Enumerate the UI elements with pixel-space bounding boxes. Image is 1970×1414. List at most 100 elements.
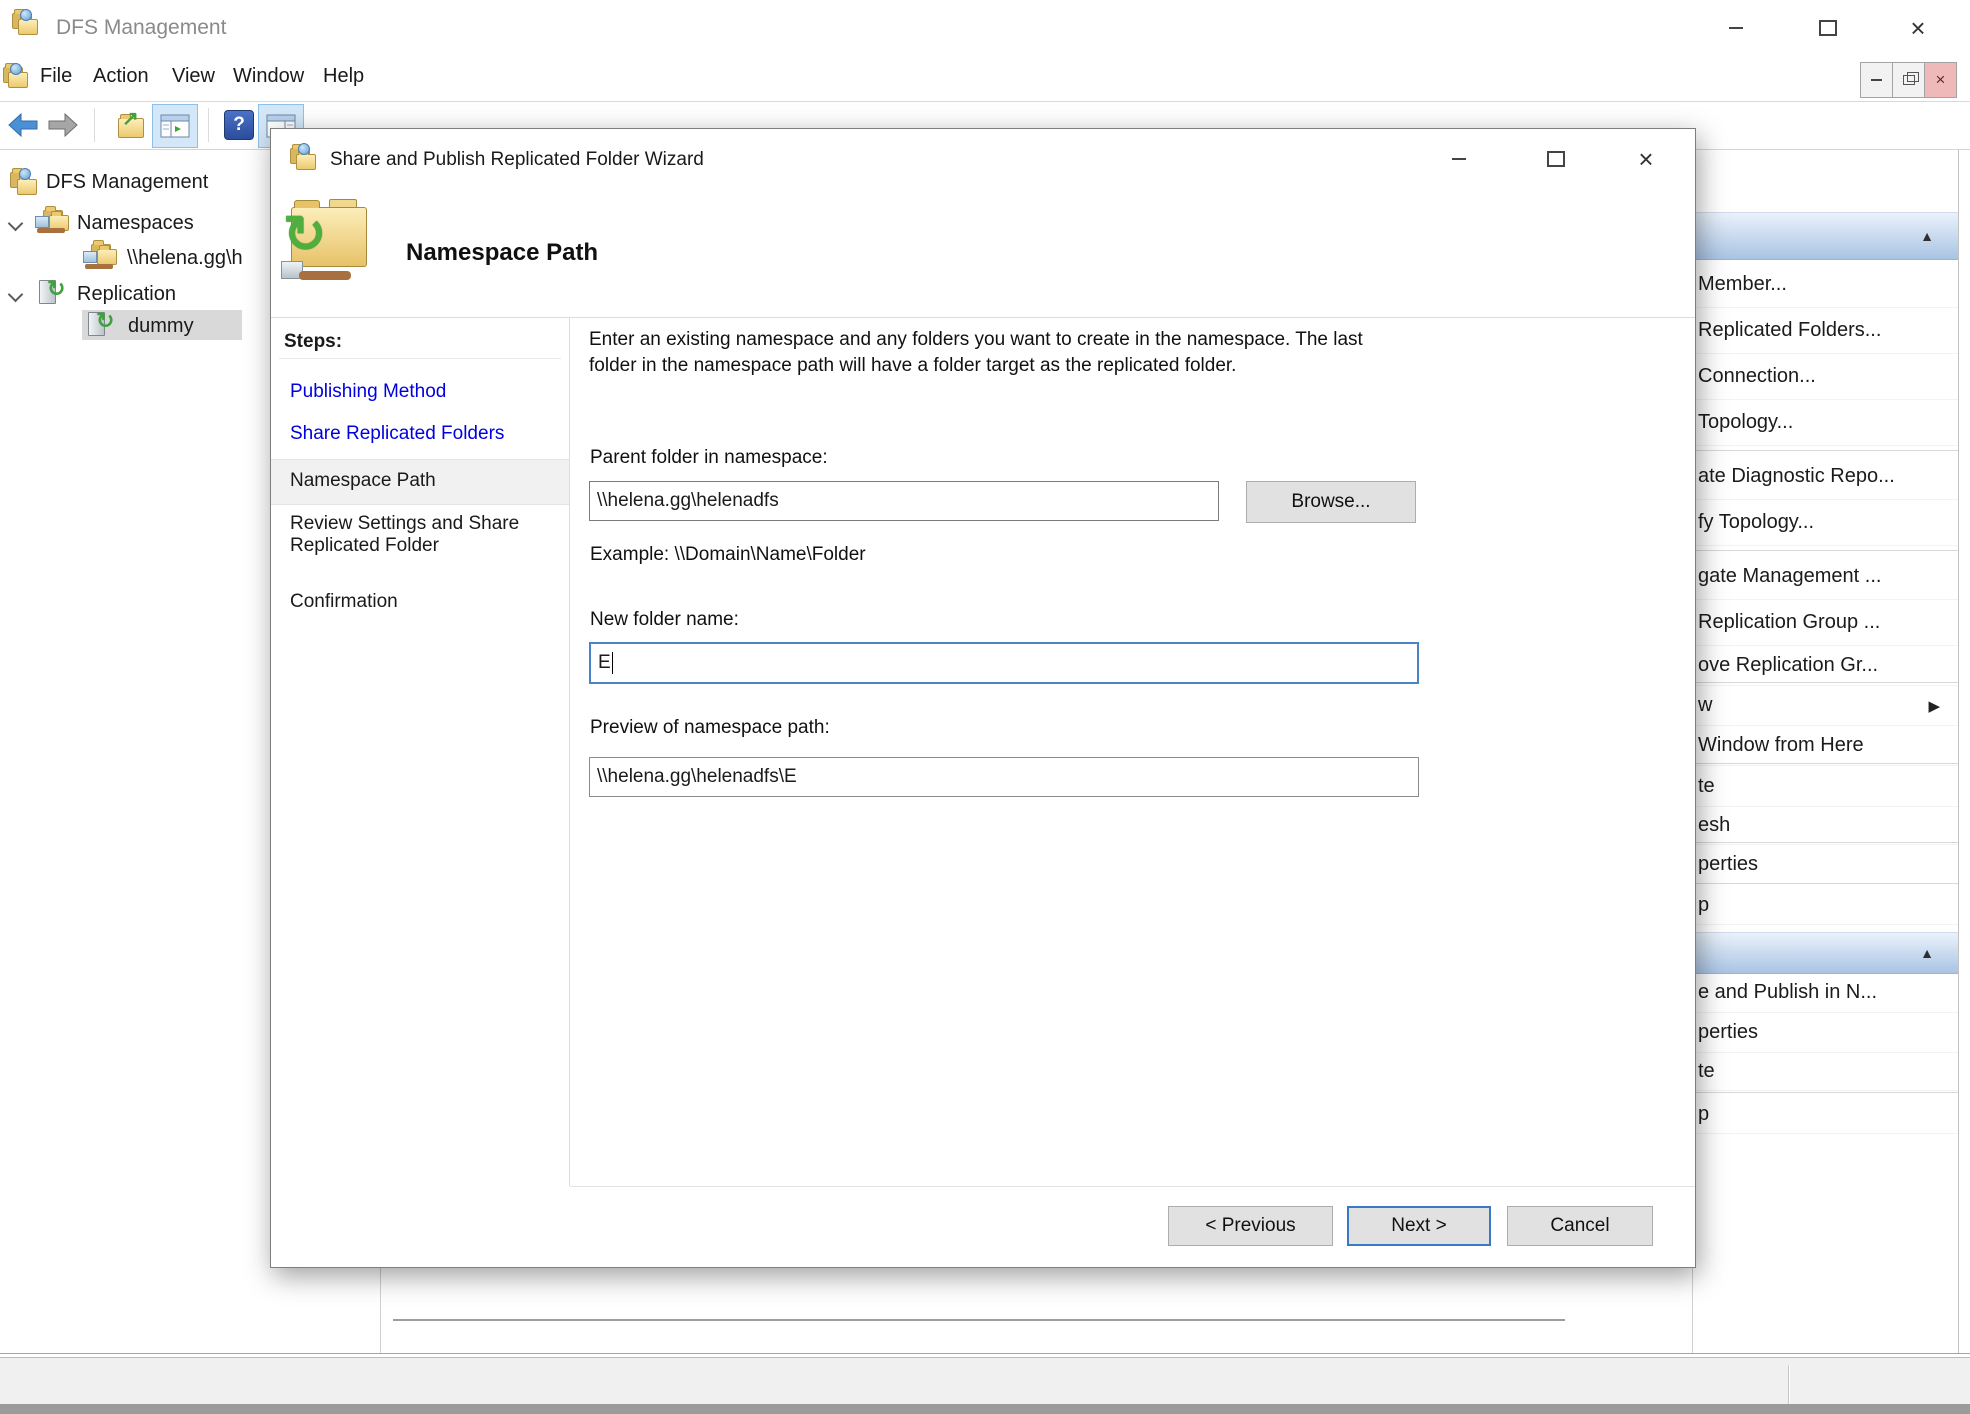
maximize-button[interactable] — [1808, 12, 1848, 44]
text-caret — [612, 652, 613, 674]
step-review-settings: Review Settings and Share Replicated Fol… — [290, 513, 540, 557]
menu-file[interactable]: File — [40, 65, 72, 88]
action-refresh[interactable]: esh — [1695, 807, 1958, 845]
action-create-diagnostic-report[interactable]: ate Diagnostic Repo... — [1695, 454, 1958, 500]
actions-separator — [1695, 682, 1958, 683]
collapse-arrow-icon[interactable]: ▲ — [1920, 945, 1934, 961]
action-replication-group[interactable]: Replication Group ... — [1695, 600, 1958, 646]
action-properties[interactable]: perties — [1695, 846, 1958, 884]
steps-heading: Steps: — [284, 331, 342, 353]
actions-separator — [1695, 1092, 1958, 1093]
app-title: DFS Management — [56, 16, 226, 40]
window-bottom-edge — [0, 1404, 1970, 1414]
action-label: ove Replication Gr... — [1698, 654, 1878, 677]
preview-path-input[interactable]: \\helena.gg\helenadfs\E — [589, 757, 1419, 797]
close-icon: × — [1910, 15, 1925, 41]
action-label: ate Diagnostic Repo... — [1698, 465, 1895, 488]
actions-pane-left-border — [1692, 1268, 1693, 1354]
toolbar-separator — [94, 108, 95, 142]
help-button[interactable]: ? — [224, 110, 254, 140]
action-verify-topology[interactable]: fy Topology... — [1695, 500, 1958, 546]
buttons-separator — [570, 1186, 1695, 1187]
actions-separator — [1695, 883, 1958, 884]
wizard-header-icon: ↻ — [281, 199, 377, 299]
next-button[interactable]: Next > — [1347, 1206, 1491, 1246]
action-label: te — [1698, 775, 1715, 798]
previous-button[interactable]: < Previous — [1168, 1206, 1333, 1246]
action-remove-replication-group[interactable]: ove Replication Gr... — [1695, 646, 1958, 686]
replication-group-icon: ↻ — [86, 312, 128, 340]
sync-arrows-icon: ↻ — [283, 205, 327, 265]
tree-item-namespaces[interactable]: Namespaces — [10, 208, 194, 238]
close-button[interactable]: × — [1898, 12, 1938, 44]
action-share-and-publish[interactable]: e and Publish in N... — [1695, 973, 1958, 1013]
mdi-restore-button[interactable] — [1893, 63, 1925, 97]
tree-item-namespace-path[interactable]: \\helena.gg\h — [83, 242, 243, 274]
wizard-page-title: Namespace Path — [406, 239, 598, 267]
actions-subsection-header[interactable]: ▲ — [1695, 932, 1958, 974]
wizard-maximize-button[interactable] — [1533, 141, 1579, 177]
preview-path-value: \\helena.gg\helenadfs\E — [597, 766, 797, 788]
back-icon — [7, 112, 39, 138]
action-label: e and Publish in N... — [1698, 981, 1877, 1004]
tree-item-dummy[interactable]: ↻ dummy — [86, 312, 194, 340]
app-titlebar: DFS Management × — [0, 0, 1970, 58]
steps-separator — [279, 358, 561, 359]
back-button[interactable] — [7, 112, 39, 143]
menu-help[interactable]: Help — [323, 65, 364, 88]
action-help[interactable]: p — [1695, 887, 1958, 925]
action-delete[interactable]: te — [1695, 767, 1958, 807]
mdi-window-controls: × — [1860, 62, 1957, 98]
actions-pane: ▲ Member... Replicated Folders... Connec… — [1695, 150, 1958, 1353]
menu-window[interactable]: Window — [233, 65, 304, 88]
tree-item-dfs-management[interactable]: DFS Management — [8, 168, 208, 196]
action-view[interactable]: w▶ — [1695, 686, 1958, 726]
action-new-replicated-folders[interactable]: Replicated Folders... — [1695, 308, 1958, 354]
action-new-topology[interactable]: Topology... — [1695, 400, 1958, 446]
actions-separator — [1695, 842, 1958, 843]
actions-section-header[interactable]: ▲ — [1695, 212, 1958, 260]
actions-separator — [1695, 550, 1958, 551]
parent-folder-input[interactable]: \\helena.gg\helenadfs — [589, 481, 1219, 521]
action-new-connection[interactable]: Connection... — [1695, 354, 1958, 400]
status-bar-divider — [1788, 1365, 1790, 1405]
cancel-button[interactable]: Cancel — [1507, 1206, 1653, 1246]
minimize-button[interactable] — [1716, 12, 1756, 44]
step-share-replicated-folders[interactable]: Share Replicated Folders — [290, 423, 540, 445]
background-window-bottom-edge — [393, 1319, 1565, 1321]
chevron-down-icon[interactable] — [8, 286, 24, 302]
mdi-minimize-button[interactable] — [1861, 63, 1893, 97]
show-console-tree-button[interactable] — [152, 104, 198, 148]
action-delegate-management[interactable]: gate Management ... — [1695, 554, 1958, 600]
export-list-button[interactable]: ↗ — [116, 112, 148, 140]
pane-divider[interactable] — [380, 1268, 381, 1354]
mdi-close-button[interactable]: × — [1925, 63, 1956, 97]
tree-item-replication[interactable]: ↻ Replication — [10, 280, 176, 308]
chevron-down-icon[interactable] — [8, 215, 24, 231]
action-label: perties — [1698, 853, 1758, 876]
forward-button[interactable] — [47, 112, 79, 143]
action-label: Replicated Folders... — [1698, 319, 1881, 342]
action-help-2[interactable]: p — [1695, 1096, 1958, 1134]
action-delete-2[interactable]: te — [1695, 1053, 1958, 1091]
action-new-window-from-here[interactable]: Window from Here — [1695, 726, 1958, 766]
tree-label: \\helena.gg\h — [127, 247, 243, 270]
menu-action[interactable]: Action — [93, 65, 149, 88]
new-folder-input[interactable]: E — [589, 642, 1419, 684]
preview-label: Preview of namespace path: — [590, 717, 830, 739]
menu-view[interactable]: View — [172, 65, 215, 88]
action-label: perties — [1698, 1021, 1758, 1044]
step-namespace-path: Namespace Path — [290, 470, 540, 492]
wizard-minimize-button[interactable] — [1436, 141, 1482, 177]
action-new-member[interactable]: Member... — [1695, 262, 1958, 308]
step-publishing-method[interactable]: Publishing Method — [290, 381, 540, 403]
menu-bar: File Action View Window Help × — [0, 58, 1970, 102]
action-label: w — [1698, 694, 1712, 717]
collapse-arrow-icon[interactable]: ▲ — [1920, 228, 1934, 244]
toolbar-separator — [208, 108, 209, 142]
action-properties-2[interactable]: perties — [1695, 1013, 1958, 1053]
forward-icon — [47, 112, 79, 138]
action-label: Window from Here — [1698, 734, 1864, 757]
browse-button[interactable]: Browse... — [1246, 481, 1416, 523]
wizard-close-button[interactable]: × — [1623, 141, 1669, 177]
